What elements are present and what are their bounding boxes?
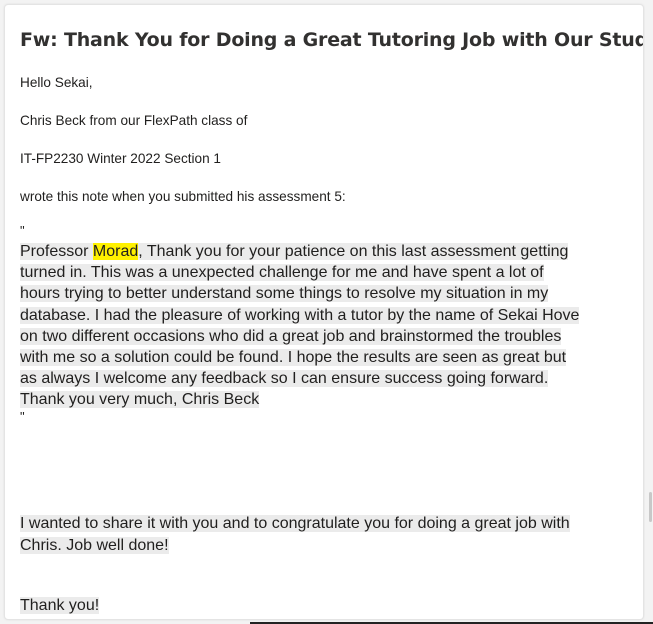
note-line-5: on two different occasions who did a gre… [20,327,562,345]
course-text: IT-FP2230 Winter 2022 Section 1 [20,151,221,166]
share-line-1: I wanted to share it with you and to con… [20,515,570,532]
note-prefix: Professor [20,243,93,260]
note-line-7: as always I welcome any feedback so I ca… [20,370,549,388]
highlighted-name: Morad [92,243,139,260]
greeting-text: Hello Sekai, [20,75,93,90]
open-quote: " [20,223,25,238]
vertical-scrollbar[interactable] [645,0,653,624]
closing-text: Thank you! [20,597,100,614]
note-line-3: hours trying to better understand some t… [20,285,549,303]
note-line-4: database. I had the pleasure of working … [20,306,580,324]
note-line-6: with me so a solution could be found. I … [20,349,567,367]
closing-paragraph: Thank you! [20,597,100,615]
note-line-1: , Thank you for your patience on this la… [138,243,569,260]
email-reading-pane: Fw: Thank You for Doing a Great Tutoring… [4,4,644,620]
note-line-2: turned in. This was a unexpected challen… [20,264,544,282]
share-line-2: Chris. Job well done! [20,536,169,554]
wrote-text: wrote this note when you submitted his a… [20,189,346,204]
quoted-note: Professor Morad, Thank you for your pati… [20,241,635,411]
share-paragraph: I wanted to share it with you and to con… [20,513,640,556]
email-subject: Fw: Thank You for Doing a Great Tutoring… [20,29,644,51]
note-line-8: Thank you very much, Chris Beck [20,391,260,409]
intro-text: Chris Beck from our FlexPath class of [20,113,248,128]
close-quote: " [20,409,25,424]
scrollbar-thumb[interactable] [649,492,652,522]
